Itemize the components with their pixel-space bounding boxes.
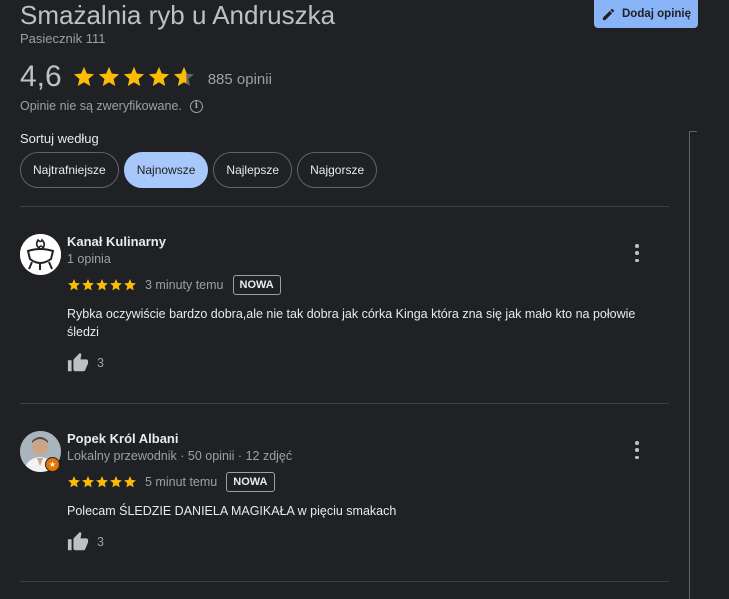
like-count: 3 [97,535,104,549]
like-count: 3 [97,356,104,370]
more-options-icon[interactable] [632,244,642,262]
divider [20,581,669,582]
add-review-button[interactable]: Dodaj opinię [594,0,698,28]
local-guide-badge-icon: ★ [45,457,60,472]
review-stars [67,475,137,489]
star-icon [82,279,94,291]
rating-stars [72,65,197,89]
rating-value: 4,6 [20,60,62,93]
star-icon [82,476,94,488]
star-icon [148,67,169,86]
sort-label: Sortuj według [20,131,99,146]
avatar[interactable] [20,234,61,275]
star-icon [68,476,80,488]
verification-note: Opinie nie są zweryfikowane. i [20,99,203,113]
divider [20,206,669,207]
review-rating: 5 minut temu NOWA [67,472,275,492]
chef-logo-icon [20,234,61,275]
review-rating: 3 minuty temu NOWA [67,275,281,295]
star-icon [96,279,108,291]
star-icon [96,476,108,488]
pencil-icon [602,8,615,20]
review-time: 3 minuty temu [145,278,224,292]
review-item: Kanał Kulinarny 1 opinia 3 minuty temu N… [20,234,670,384]
place-address: Pasiecznik 111 [20,31,106,46]
like-button[interactable]: 3 [67,531,104,553]
review-author[interactable]: Kanał Kulinarny [67,234,166,249]
star-icon [73,67,94,86]
info-icon[interactable]: i [189,99,203,113]
star-icon [124,476,136,488]
sort-chip-best[interactable]: Najlepsze [213,152,293,188]
star-icon [173,67,194,86]
review-author-meta: Lokalny przewodnik · 50 opinii · 12 zdję… [67,449,293,463]
new-badge: NOWA [232,275,281,295]
place-title: Smażalnia ryb u Andruszka [20,0,336,30]
review-author-meta: 1 opinia [67,252,111,266]
divider [20,403,669,404]
review-text: Polecam ŚLEDZIE DANIELA MAGIKAŁA w pięci… [67,504,397,518]
sort-options: Najtrafniejsze Najnowsze Najlepsze Najgo… [20,152,378,188]
star-icon [68,279,80,291]
thumb-up-icon [67,531,89,551]
like-button[interactable]: 3 [67,352,104,374]
sort-chip-newest[interactable]: Najnowsze [123,152,209,188]
more-options-icon[interactable] [632,441,642,459]
rating-summary: 4,6 885 opinii [20,60,272,94]
star-icon [110,279,122,291]
star-icon [110,476,122,488]
review-time: 5 minut temu [145,475,218,489]
new-badge: NOWA [226,472,275,492]
review-item: ★ Popek Król Albani Lokalny przewodnik ·… [20,431,670,571]
sort-chip-relevant[interactable]: Najtrafniejsze [20,152,119,188]
add-review-label: Dodaj opinię [622,8,691,20]
star-icon [123,67,144,86]
review-count[interactable]: 885 opinii [208,71,272,88]
review-author[interactable]: Popek Król Albani [67,431,178,446]
review-stars [67,278,137,292]
sort-chip-worst[interactable]: Najgorsze [297,152,378,188]
review-text: Rybka oczywiście bardzo dobra,ale nie ta… [67,307,636,339]
star-icon [124,279,136,291]
verification-text: Opinie nie są zweryfikowane. [20,99,182,113]
thumb-up-icon [67,352,89,372]
star-icon [98,67,119,86]
scrollbar[interactable] [689,131,697,599]
